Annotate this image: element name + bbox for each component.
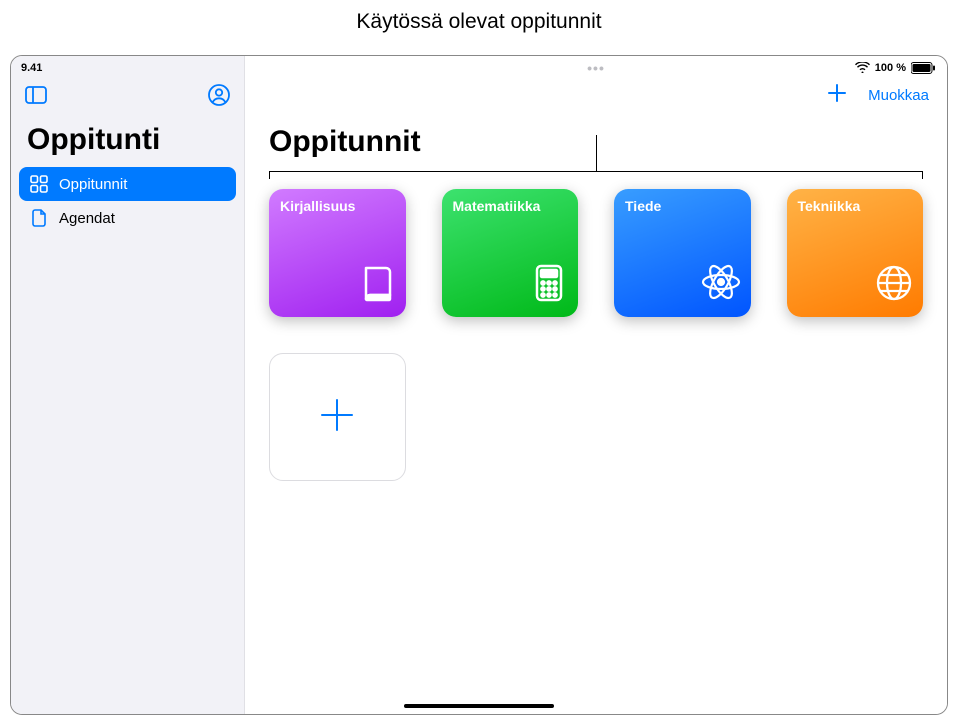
device-frame: 9.41 Oppitunti [10,55,948,715]
sidebar-title: Oppitunti [11,119,244,167]
card-title: Kirjallisuus [280,198,355,214]
status-bar-left-panel: 9.41 [11,56,244,76]
annotation-bracket [269,163,923,177]
status-bar-right-panel: ••• 100 % [245,56,947,76]
main-toolbar: Muokkaa [245,76,947,115]
add-lesson-card[interactable] [269,353,406,481]
status-right-group: 100 % [855,62,935,74]
profile-icon[interactable] [208,84,230,111]
sidebar-item-lessons[interactable]: Oppitunnit [19,167,236,201]
multitask-handle-icon[interactable]: ••• [587,60,605,76]
sidebar-item-label: Oppitunnit [59,176,127,193]
globe-icon [873,262,915,309]
card-title: Tekniikka [798,198,861,214]
sidebar-item-agendas[interactable]: Agendat [19,201,236,235]
sidebar: 9.41 Oppitunti [11,56,245,714]
plus-icon [314,392,360,443]
lesson-card-science[interactable]: Tiede [614,189,751,317]
lesson-card-tech[interactable]: Tekniikka [787,189,924,317]
annotation-label: Käytössä olevat oppitunnit [0,10,958,34]
calculator-icon [528,262,570,309]
book-icon [356,262,398,309]
battery-icon [911,62,935,74]
card-title: Tiede [625,198,661,214]
sidebar-header [11,76,244,119]
main-content: ••• 100 % [245,56,947,714]
lesson-card-literature[interactable]: Kirjallisuus [269,189,406,317]
lesson-card-math[interactable]: Matematiikka [442,189,579,317]
wifi-icon [855,62,870,73]
card-title: Matematiikka [453,198,541,214]
sidebar-toggle-icon[interactable] [25,86,47,109]
lesson-cards-grid: Kirjallisuus Matematiikka [245,177,947,493]
edit-button[interactable]: Muokkaa [868,87,929,104]
status-time: 9.41 [21,62,234,74]
sidebar-item-label: Agendat [59,210,115,227]
document-icon [29,209,49,227]
home-indicator[interactable] [404,704,554,708]
atom-icon [699,260,743,309]
grid-icon [29,175,49,193]
sidebar-items: Oppitunnit Agendat [11,167,244,235]
battery-text: 100 % [875,62,906,74]
add-button[interactable] [826,82,848,109]
